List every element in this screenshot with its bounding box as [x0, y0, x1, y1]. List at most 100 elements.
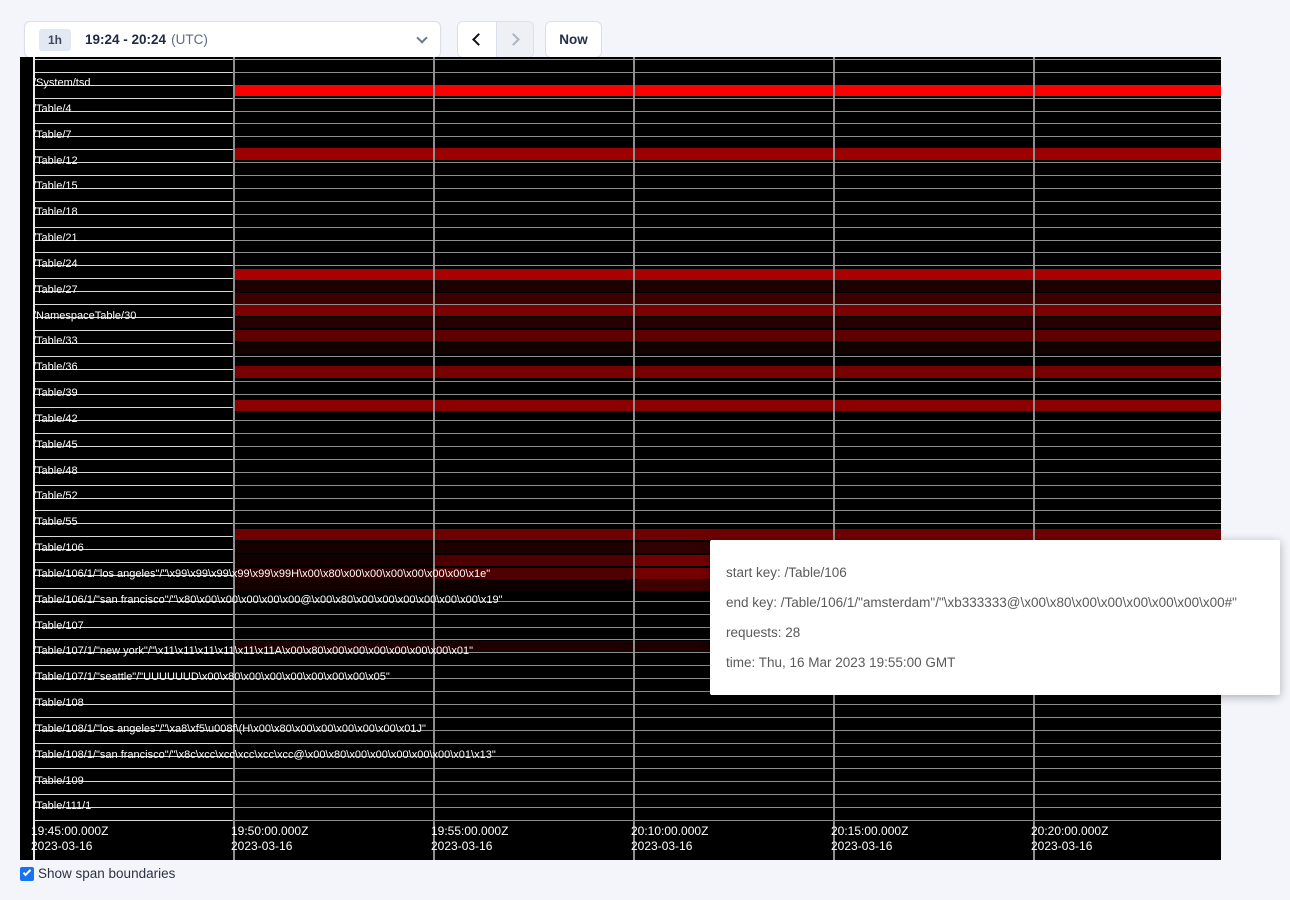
- x-axis-tick-date: 2023-03-16: [1031, 840, 1092, 853]
- span-boundary-line: [33, 704, 1221, 705]
- heatmap-band[interactable]: [233, 542, 433, 554]
- heatmap-band[interactable]: [233, 305, 1221, 317]
- now-button[interactable]: Now: [545, 21, 602, 58]
- heatmap-band[interactable]: [233, 580, 433, 591]
- time-gridline: [833, 57, 835, 860]
- key-visualizer-canvas[interactable]: /System/tsd/Table/4/Table/7/Table/12/Tab…: [20, 57, 1221, 860]
- span-boundary-line: [33, 781, 1221, 782]
- row-label: /Table/15: [33, 180, 78, 192]
- row-label: /Table/52: [33, 490, 78, 502]
- span-boundary-line: [33, 498, 1221, 499]
- span-boundary-line: [33, 175, 1221, 176]
- chevron-left-icon: [472, 33, 485, 46]
- span-boundary-line: [33, 123, 1221, 124]
- heatmap-band[interactable]: [233, 555, 433, 566]
- span-boundary-line: [33, 794, 1221, 795]
- span-boundary-line: [33, 59, 1221, 60]
- row-label: /Table/108: [33, 697, 84, 709]
- heatmap-band[interactable]: [233, 343, 1221, 354]
- prev-time-button[interactable]: [458, 22, 496, 57]
- row-label: /Table/48: [33, 465, 78, 477]
- row-label: /Table/55: [33, 516, 78, 528]
- x-axis-tick-time: 20:20:00.000Z: [1031, 825, 1108, 838]
- row-label: /Table/109: [33, 775, 84, 787]
- time-gridline: [433, 57, 435, 860]
- row-label: /Table/36: [33, 361, 78, 373]
- heatmap-band[interactable]: [233, 400, 1221, 411]
- hover-tooltip: start key: /Table/106 end key: /Table/106…: [710, 540, 1280, 695]
- time-gridline: [1033, 57, 1035, 860]
- span-boundary-line: [33, 72, 1221, 73]
- heatmap-band[interactable]: [233, 366, 1221, 378]
- heatmap-band[interactable]: [233, 85, 1221, 97]
- span-boundary-line: [33, 394, 1221, 395]
- x-axis-tick-date: 2023-03-16: [431, 840, 492, 853]
- time-range-zone: (UTC): [171, 32, 208, 47]
- tooltip-line-time: time: Thu, 16 Mar 2023 19:55:00 GMT: [726, 655, 1264, 670]
- row-label: /Table/4: [33, 103, 72, 115]
- heatmap-band[interactable]: [233, 281, 1221, 293]
- span-boundary-line: [33, 356, 1221, 357]
- footer: Show span boundaries: [20, 866, 175, 881]
- toolbar: 1h 19:24 - 20:24 (UTC) Now: [0, 0, 1290, 57]
- span-boundary-line: [33, 98, 1221, 99]
- span-boundary-line: [33, 265, 1221, 266]
- x-axis-tick-time: 19:50:00.000Z: [231, 825, 308, 838]
- span-boundary-line: [33, 201, 1221, 202]
- row-label: /Table/108/1/"san francisco"/"\x8c\xcc\x…: [33, 749, 496, 761]
- time-range-badge: 1h: [39, 29, 71, 51]
- row-label: /NamespaceTable/30: [33, 310, 136, 322]
- row-label: /Table/27: [33, 284, 78, 296]
- span-boundary-line: [33, 162, 1221, 163]
- row-label: /Table/21: [33, 232, 78, 244]
- tooltip-line-start-key: start key: /Table/106: [726, 565, 1264, 580]
- row-label: /Table/111/1: [33, 800, 91, 812]
- span-boundary-line: [33, 252, 1221, 253]
- row-label: /Table/24: [33, 258, 78, 270]
- heatmap-band[interactable]: [433, 580, 633, 591]
- row-label: /Table/108/1/"los angeles"/"\xa8\xf5\u00…: [33, 723, 426, 735]
- row-label: /Table/106/1/"los angeles"/"\x99\x99\x99…: [33, 568, 490, 580]
- time-gridline: [233, 57, 235, 860]
- span-boundary-line: [33, 420, 1221, 421]
- x-axis-tick-time: 20:15:00.000Z: [831, 825, 908, 838]
- chevron-right-icon: [507, 33, 520, 46]
- heatmap-band[interactable]: [233, 529, 1221, 540]
- span-boundary-line: [33, 240, 1221, 241]
- time-gridline: [633, 57, 635, 860]
- span-boundary-line: [33, 768, 1221, 769]
- time-range-selector[interactable]: 1h 19:24 - 20:24 (UTC): [24, 21, 441, 58]
- span-boundary-line: [33, 472, 1221, 473]
- chevron-down-icon: [416, 32, 427, 43]
- span-boundary-line: [33, 111, 1221, 112]
- tooltip-line-requests: requests: 28: [726, 625, 1264, 640]
- span-boundary-line: [33, 510, 1221, 511]
- check-icon: [23, 868, 31, 876]
- span-boundary-line: [33, 485, 1221, 486]
- heatmap-band[interactable]: [233, 330, 1221, 341]
- heatmap-band[interactable]: [233, 269, 1221, 280]
- x-axis-tick-time: 20:10:00.000Z: [631, 825, 708, 838]
- row-label: /Table/7: [33, 129, 72, 141]
- row-label: /Table/42: [33, 413, 78, 425]
- row-label: /System/tsd: [33, 77, 90, 89]
- heatmap-band[interactable]: [233, 293, 1221, 304]
- row-label: /Table/39: [33, 387, 78, 399]
- row-label: /Table/45: [33, 439, 78, 451]
- span-boundary-line: [33, 820, 1221, 821]
- heatmap-band[interactable]: [433, 555, 633, 566]
- heatmap-band[interactable]: [433, 542, 633, 554]
- x-axis-tick-time: 19:55:00.000Z: [431, 825, 508, 838]
- checkbox-label: Show span boundaries: [38, 866, 175, 881]
- next-time-button-disabled[interactable]: [496, 22, 534, 57]
- tooltip-line-end-key: end key: /Table/106/1/"amsterdam"/"\xb33…: [726, 595, 1264, 610]
- span-boundary-line: [33, 214, 1221, 215]
- span-boundary-line: [33, 717, 1221, 718]
- x-axis-tick-date: 2023-03-16: [831, 840, 892, 853]
- show-span-boundaries-checkbox[interactable]: [20, 867, 34, 881]
- row-label: /Table/12: [33, 155, 78, 167]
- heatmap-band[interactable]: [233, 148, 1221, 160]
- span-boundary-line: [33, 136, 1221, 137]
- x-axis-tick-date: 2023-03-16: [631, 840, 692, 853]
- heatmap-band[interactable]: [233, 317, 1221, 328]
